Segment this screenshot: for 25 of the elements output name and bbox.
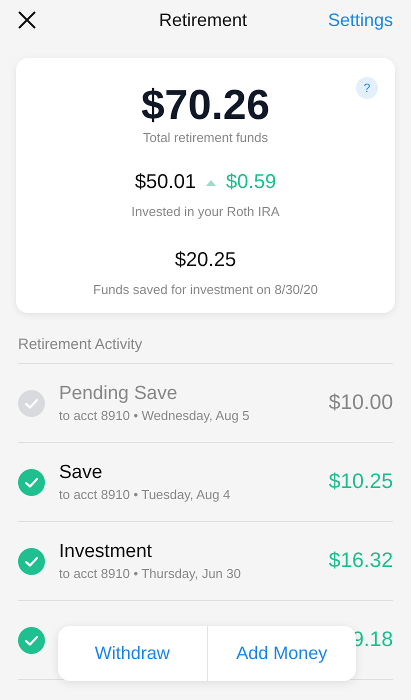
activity-title: Save [59, 462, 104, 484]
help-button[interactable]: ? [356, 77, 378, 99]
section-heading: Retirement Activity [18, 336, 144, 353]
page-title: Retirement [158, 10, 247, 30]
activity-title: Investment [59, 541, 153, 563]
total-amount: $70.26 [141, 82, 270, 128]
saved-amount: $20.25 [174, 249, 236, 272]
activity-amount: $16.32 [328, 549, 393, 573]
activity-details: to acct 8910 • Wednesday, Aug 5 [59, 408, 251, 423]
activity-title: Pending Save [59, 383, 178, 405]
activity-amount: $10.00 [328, 391, 393, 415]
activity-details: to acct 8910 • Thursday, Jun 30 [59, 566, 242, 581]
add-money-button[interactable]: Add Money [206, 626, 356, 681]
close-button[interactable] [16, 9, 38, 31]
close-icon [17, 10, 37, 30]
activity-details: to acct 8910 • Tuesday, Aug 4 [59, 487, 232, 502]
invested-amount: $50.01 [134, 171, 196, 194]
withdraw-button[interactable]: Withdraw [58, 626, 206, 681]
settings-link[interactable]: Settings [328, 10, 393, 30]
invested-label: Invested in your Roth IRA [131, 204, 280, 219]
up-triangle-icon [206, 180, 216, 186]
total-label: Total retirement funds [142, 130, 268, 145]
saved-label: Funds saved for investment on 8/30/20 [93, 282, 318, 297]
activity-amount: $10.25 [328, 470, 393, 494]
change-amount: $0.59 [226, 171, 276, 194]
